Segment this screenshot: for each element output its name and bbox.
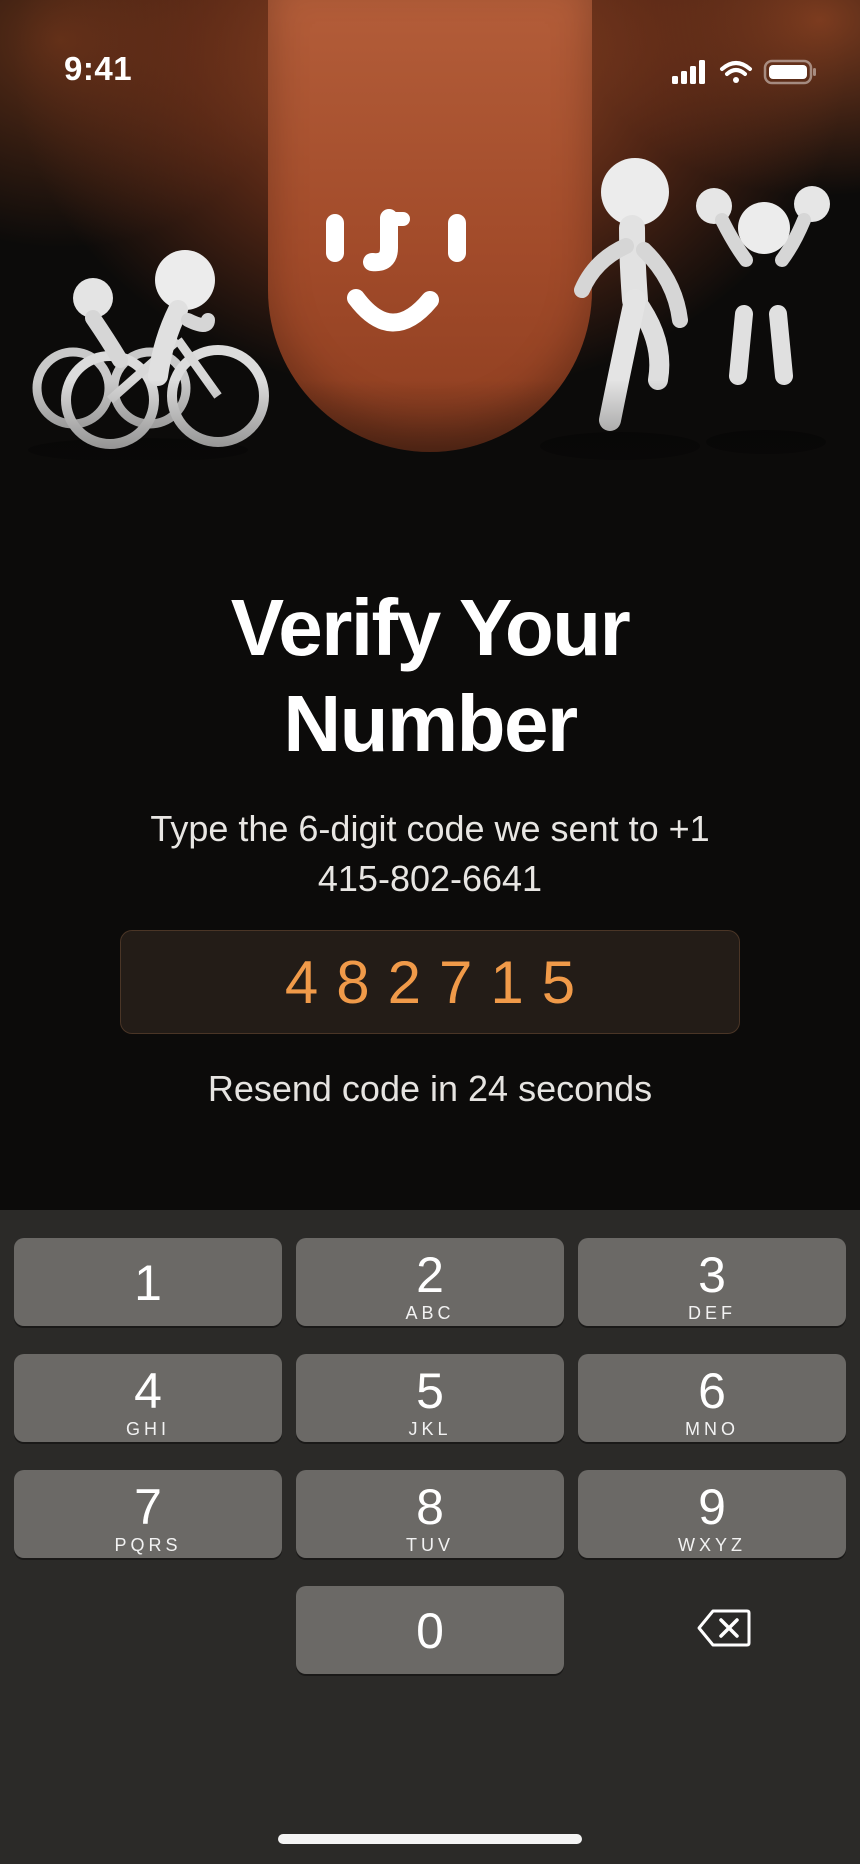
wifi-icon (720, 61, 752, 83)
backspace-button[interactable] (590, 1584, 858, 1672)
verification-code-value: 482715 (284, 948, 594, 1016)
key-digit: 8 (416, 1479, 444, 1535)
key-4[interactable]: 4 GHI (14, 1354, 282, 1442)
key-digit: 2 (416, 1247, 444, 1303)
instruction-text: Type the 6-digit code we sent to +1 415-… (150, 808, 710, 899)
key-9[interactable]: 9 WXYZ (578, 1470, 846, 1558)
home-indicator[interactable] (278, 1834, 582, 1844)
key-letters: MNO (685, 1419, 739, 1439)
key-letters: DEF (688, 1303, 736, 1323)
key-letters: PQRS (114, 1535, 182, 1555)
status-icons (670, 58, 820, 93)
key-letters: GHI (125, 1419, 170, 1439)
key-digit: 0 (416, 1603, 444, 1659)
key-digit: 6 (698, 1363, 726, 1419)
delete-backspace-icon (697, 1609, 751, 1647)
status-time: 9:41 (64, 50, 133, 87)
key-digit: 1 (134, 1255, 162, 1311)
verify-content: Verify Your Number Type the 6-digit code… (0, 580, 860, 904)
key-1[interactable]: 1 (14, 1238, 282, 1326)
verification-code-field[interactable]: 482715 (120, 930, 740, 1034)
key-0[interactable]: 0 (296, 1586, 564, 1674)
key-5[interactable]: 5 JKL (296, 1354, 564, 1442)
key-6[interactable]: 6 MNO (578, 1354, 846, 1442)
key-7[interactable]: 7 PQRS (14, 1470, 282, 1558)
key-digit: 4 (134, 1363, 162, 1419)
cellular-signal-icon (672, 60, 705, 84)
battery-icon (763, 59, 816, 85)
key-2[interactable]: 2 ABC (296, 1238, 564, 1326)
hero-fade (0, 380, 860, 580)
resend-code-timer: Resend code in 24 seconds (207, 1068, 653, 1109)
key-letters: WXYZ (678, 1535, 746, 1555)
key-digit: 5 (416, 1363, 444, 1419)
key-3[interactable]: 3 DEF (578, 1238, 846, 1326)
page-title: Verify Your Number (230, 583, 631, 768)
status-bar: 9:41 (0, 0, 860, 140)
numeric-keypad: 1 2 ABC 3 DEF 4 GHI 5 JKL 6 MNO 7 PQRS 8… (0, 1210, 860, 1864)
key-digit: 9 (698, 1479, 726, 1535)
key-letters: JKL (408, 1419, 452, 1439)
key-letters: TUV (406, 1535, 454, 1555)
key-digit: 3 (698, 1247, 726, 1303)
key-8[interactable]: 8 TUV (296, 1470, 564, 1558)
key-digit: 7 (134, 1479, 162, 1535)
key-letters: ABC (405, 1303, 455, 1323)
